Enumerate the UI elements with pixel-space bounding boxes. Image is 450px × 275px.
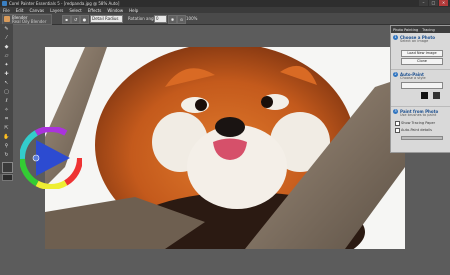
- menu-canvas[interactable]: Canvas: [26, 8, 47, 13]
- step-choose-photo: 1 Choose a Photo Select an image Load Ne…: [391, 33, 450, 70]
- show-tracing-label: Show Tracing Paper: [401, 121, 436, 125]
- menu-layers[interactable]: Layers: [47, 8, 66, 13]
- toolbox: ✎ ⁄ ◆ ▱ ✦ ✚ ↖ ▢ ℓ ✧ ⌗ ⇱ ✋ ⚲ ↻: [0, 24, 13, 181]
- tab-photo-painting[interactable]: Photo Painting: [391, 28, 420, 32]
- eraser-tool[interactable]: ▱: [2, 53, 11, 60]
- zoom-icon[interactable]: ⊙: [177, 15, 186, 24]
- clone-tool[interactable]: ✦: [2, 62, 11, 69]
- paint-bucket-tool[interactable]: ◆: [2, 44, 11, 51]
- menu-window[interactable]: Window: [104, 8, 126, 13]
- saturation-triangle[interactable]: [36, 140, 70, 176]
- step-3-subtitle: Use brushes to paint: [400, 113, 437, 117]
- show-tracing-checkbox[interactable]: [395, 121, 400, 126]
- color-picker-handle[interactable]: [32, 154, 40, 162]
- panel-tabs: Photo Painting Tracing: [391, 26, 450, 33]
- brush-tool[interactable]: ✎: [2, 26, 11, 33]
- style-dropdown[interactable]: [401, 82, 443, 89]
- magic-wand-tool[interactable]: ✧: [2, 107, 11, 114]
- red-panda-photo: [45, 47, 405, 249]
- load-image-button[interactable]: Load New Image: [401, 50, 443, 57]
- step-1-badge: 1: [393, 35, 398, 40]
- rotate-page-tool[interactable]: ↻: [2, 152, 11, 159]
- size-field[interactable]: Detail Radius: [90, 15, 123, 23]
- step-paint-from-photo: 3 Paint from Photo Use brushes to paint …: [391, 107, 450, 143]
- window-title: Corel Painter Essentials 5 - [redpanda.j…: [9, 1, 120, 6]
- lasso-tool[interactable]: ℓ: [2, 98, 11, 105]
- grabber-tool[interactable]: ✋: [2, 134, 11, 141]
- step-2-subtitle: Choose a style: [400, 76, 426, 80]
- rubber-stamp-tool[interactable]: ✚: [2, 71, 11, 78]
- opacity-slider[interactable]: [401, 136, 443, 140]
- minimize-button[interactable]: –: [419, 0, 428, 6]
- menu-help[interactable]: Help: [126, 8, 141, 13]
- menu-edit[interactable]: Edit: [13, 8, 27, 13]
- clone-button[interactable]: Clone: [401, 58, 443, 65]
- auto-paint-details-checkbox[interactable]: [395, 128, 400, 133]
- auto-paint-details-label: Auto-Paint details: [401, 128, 432, 132]
- menu-effects[interactable]: Effects: [85, 8, 105, 13]
- document-canvas[interactable]: [45, 47, 405, 249]
- additional-color-swatch[interactable]: [2, 174, 13, 181]
- step-2-badge: 2: [393, 72, 398, 77]
- magnifier-tool[interactable]: ⚲: [2, 143, 11, 150]
- menu-select[interactable]: Select: [66, 8, 84, 13]
- maximize-button[interactable]: □: [429, 0, 438, 6]
- photo-painting-panel: Photo Painting Tracing 1 Choose a Photo …: [390, 25, 450, 153]
- color-wheel[interactable]: [20, 127, 82, 189]
- stop-button[interactable]: [433, 92, 440, 99]
- app-logo-icon: [2, 1, 7, 6]
- step-1-subtitle: Select an image: [400, 39, 429, 43]
- menu-file[interactable]: File: [0, 8, 13, 13]
- reset-icon[interactable]: ↺: [71, 15, 80, 24]
- title-bar: Corel Painter Essentials 5 - [redpanda.j…: [0, 0, 450, 7]
- crop-tool[interactable]: ⌗: [2, 116, 11, 123]
- zoom-label: 100%: [186, 16, 198, 21]
- rotation-label: Rotation angle: [128, 16, 158, 21]
- rotation-field[interactable]: 0: [154, 15, 167, 23]
- main-color-swatch[interactable]: [2, 162, 13, 173]
- brush-variant-label: Real Oily Blender: [12, 19, 47, 24]
- rectangle-selection-tool[interactable]: ▢: [2, 89, 11, 96]
- close-button[interactable]: ✕: [439, 0, 448, 6]
- brush-category-icon: [4, 16, 10, 22]
- step-auto-paint: 2 Auto-Paint Choose a style: [391, 70, 450, 107]
- dropper-tool[interactable]: ⁄: [2, 35, 11, 42]
- tab-tracing[interactable]: Tracing: [420, 28, 437, 32]
- brush-size-icon[interactable]: ●: [80, 15, 89, 24]
- layer-adjuster-tool[interactable]: ↖: [2, 80, 11, 87]
- brush-options-icon[interactable]: ✱: [168, 15, 177, 24]
- step-3-badge: 3: [393, 109, 398, 114]
- play-button[interactable]: [421, 92, 428, 99]
- window-controls: – □ ✕: [419, 0, 448, 6]
- save-icon[interactable]: ▪: [62, 15, 71, 24]
- property-bar: Blender Real Oily Blender ▪ ↺ ● Detail R…: [0, 13, 450, 25]
- transform-tool[interactable]: ⇱: [2, 125, 11, 132]
